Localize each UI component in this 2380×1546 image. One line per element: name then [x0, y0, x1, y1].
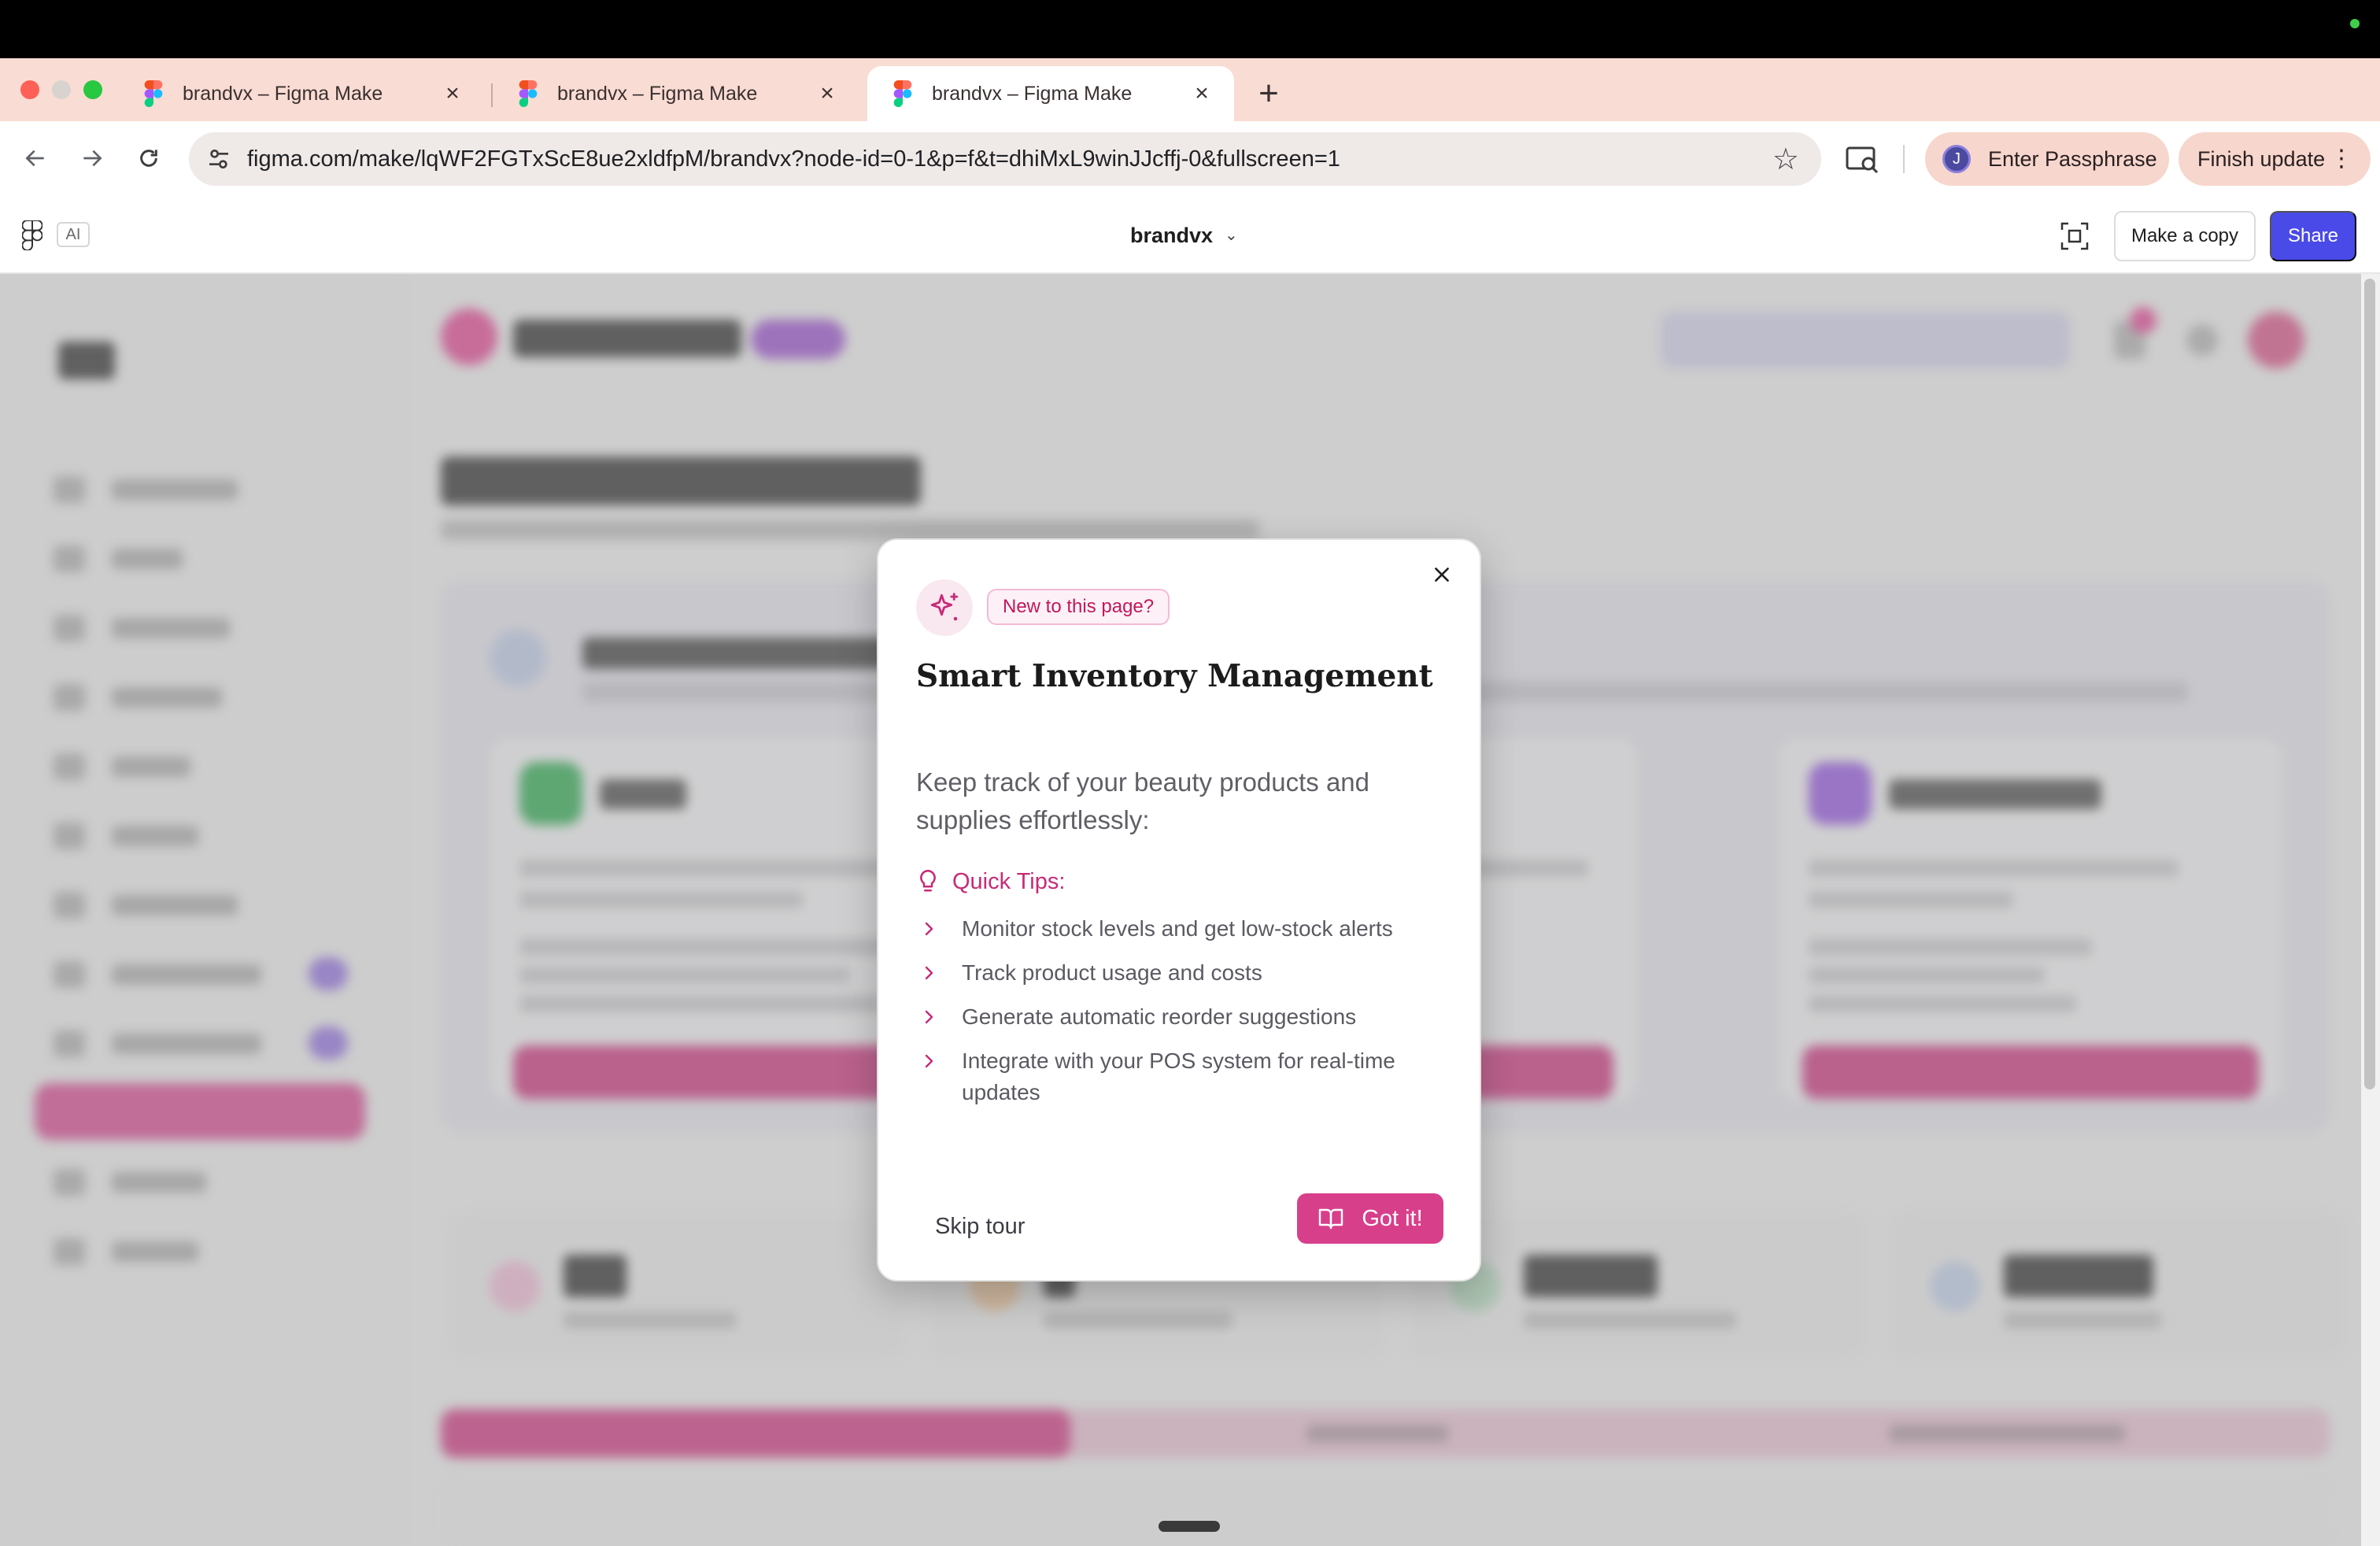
modal-description: Keep track of your beauty products and s…: [916, 767, 1370, 834]
finish-update-label: Finish update: [2197, 146, 2326, 171]
tab-close-icon[interactable]: ×: [1190, 80, 1214, 107]
mac-menu-bar: [0, 0, 2380, 58]
new-page-badge: New to this page?: [987, 589, 1170, 625]
camera-indicator-icon: [2350, 19, 2360, 28]
bookmark-star-icon[interactable]: ☆: [1772, 142, 1799, 177]
sparkles-icon: [916, 579, 973, 636]
figma-menu-icon[interactable]: [22, 220, 42, 250]
skip-tour-button[interactable]: Skip tour: [935, 1211, 1025, 1242]
window-zoom-button[interactable]: [83, 80, 102, 99]
book-open-icon: [1319, 1208, 1343, 1230]
profile-avatar: J: [1942, 145, 1971, 173]
finish-update-button[interactable]: Finish update ⋮: [2179, 132, 2371, 186]
tip-text: Monitor stock levels and get low-stock a…: [962, 916, 1393, 941]
quick-tips-heading: Quick Tips:: [916, 866, 1065, 897]
make-copy-button[interactable]: Make a copy: [2114, 211, 2256, 261]
figma-toolbar: AI brandvx ⌄ Make a copy Share: [0, 197, 2380, 274]
tip-text: Integrate with your POS system for real-…: [962, 1049, 1395, 1104]
browser-tab-strip: brandvx – Figma Make × brandvx – Figma M…: [0, 58, 2380, 121]
figma-favicon-icon: [519, 80, 538, 107]
google-lens-icon[interactable]: [1845, 137, 1881, 181]
scrollbar-thumb[interactable]: [2364, 279, 2375, 1089]
figma-favicon-icon: [144, 80, 163, 107]
browser-tab[interactable]: brandvx – Figma Make ×: [118, 66, 485, 121]
inspect-frame-icon[interactable]: [2059, 220, 2090, 252]
tab-title: brandvx – Figma Make: [557, 82, 758, 105]
enter-passphrase-button[interactable]: J Enter Passphrase: [1925, 132, 2169, 186]
list-item: Track product usage and costs: [916, 957, 1451, 989]
share-button[interactable]: Share: [2270, 211, 2356, 261]
tip-text: Generate automatic reorder suggestions: [962, 1004, 1357, 1029]
chevron-right-icon: [925, 966, 933, 980]
tab-title: brandvx – Figma Make: [183, 82, 383, 105]
reload-icon[interactable]: [129, 139, 168, 178]
chevron-down-icon[interactable]: ⌄: [1225, 197, 1238, 274]
modal-title: Smart Inventory Management: [916, 658, 1433, 694]
onboarding-modal: New to this page? Smart Inventory Manage…: [877, 538, 1481, 1282]
more-vert-icon[interactable]: ⋮: [2330, 145, 2353, 173]
tab-close-icon[interactable]: ×: [441, 80, 464, 107]
close-icon[interactable]: [1426, 559, 1458, 590]
list-item: Generate automatic reorder suggestions: [916, 1001, 1451, 1033]
url-text: figma.com/make/lqWF2FGTxScE8ue2xldfpM/br…: [247, 146, 1340, 172]
ai-badge[interactable]: AI: [57, 222, 90, 247]
quick-tips-label: Quick Tips:: [952, 868, 1066, 894]
forward-arrow-icon[interactable]: [72, 139, 112, 178]
passphrase-label: Enter Passphrase: [1988, 146, 2157, 171]
chevron-right-icon: [925, 922, 933, 936]
tab-close-icon[interactable]: ×: [815, 80, 839, 107]
back-arrow-icon[interactable]: [16, 139, 55, 178]
address-bar[interactable]: figma.com/make/lqWF2FGTxScE8ue2xldfpM/br…: [189, 132, 1821, 186]
file-name[interactable]: brandvx: [1130, 197, 1213, 274]
list-item: Integrate with your POS system for real-…: [916, 1045, 1451, 1108]
list-item: Monitor stock levels and get low-stock a…: [916, 913, 1451, 945]
figma-favicon-icon: [893, 80, 912, 107]
chevron-right-icon: [925, 1054, 933, 1068]
plus-icon[interactable]: +: [1253, 74, 1284, 113]
chevron-right-icon: [925, 1010, 933, 1024]
home-indicator: [1159, 1521, 1220, 1532]
browser-tab[interactable]: brandvx – Figma Make ×: [493, 66, 859, 121]
got-it-label: Got it!: [1362, 1205, 1423, 1231]
tips-list: Monitor stock levels and get low-stock a…: [916, 913, 1451, 1121]
browser-toolbar: figma.com/make/lqWF2FGTxScE8ue2xldfpM/br…: [0, 121, 2380, 197]
browser-tab-active[interactable]: brandvx – Figma Make ×: [867, 66, 1234, 121]
tab-title: brandvx – Figma Make: [932, 82, 1133, 105]
toolbar-divider: [1903, 145, 1905, 173]
window-close-button[interactable]: [20, 80, 39, 99]
window-minimize-button[interactable]: [52, 80, 71, 99]
got-it-button[interactable]: Got it!: [1297, 1193, 1443, 1244]
tip-text: Track product usage and costs: [962, 960, 1262, 985]
lightbulb-icon: [920, 870, 936, 892]
site-settings-icon[interactable]: [205, 145, 233, 173]
